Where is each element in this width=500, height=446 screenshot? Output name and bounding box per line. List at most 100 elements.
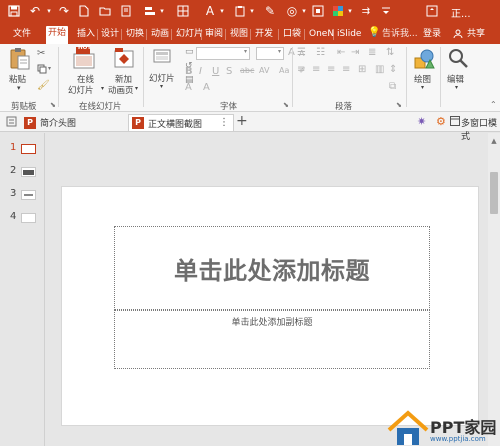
change-case-button[interactable]: Aa — [279, 66, 289, 75]
font-color-button[interactable]: A — [203, 82, 210, 93]
online-slide-label-2[interactable]: 幻灯片 — [68, 84, 94, 96]
scrollbar-thumb[interactable] — [490, 172, 498, 214]
clipboard-launcher-icon[interactable]: ⬊ — [50, 101, 56, 109]
decrease-indent-icon[interactable]: ⇤ — [337, 47, 345, 58]
distributed-icon[interactable]: ⊞ — [358, 64, 366, 75]
new-tab-icon[interactable]: + — [236, 113, 248, 129]
doc-tab-2[interactable]: P 正文横图截图 ⋮ — [128, 114, 234, 131]
new-file-icon[interactable] — [76, 3, 92, 19]
numbering-icon[interactable]: ☷ — [316, 47, 325, 58]
copy-icon[interactable] — [37, 64, 47, 77]
doc-tab-2-label: 正文横图截图 — [148, 119, 203, 130]
thumb-num-1: 1 — [10, 142, 17, 153]
font-size-dropdown-icon[interactable]: ▾ — [278, 48, 281, 55]
slide-thumbnail-1[interactable] — [21, 144, 36, 154]
highlight-button[interactable]: A — [185, 82, 192, 93]
tab-insert[interactable]: 插入 — [75, 27, 97, 44]
bold-button[interactable]: B — [185, 66, 193, 77]
new-slide-icon[interactable] — [153, 48, 171, 66]
online-slide-dropdown-icon[interactable]: ▾ — [101, 85, 104, 92]
align-left-icon[interactable]: ≡ — [297, 64, 305, 75]
print-preview-icon[interactable] — [118, 3, 134, 19]
tab-review[interactable]: 审阅 — [203, 27, 225, 44]
align-text-icon[interactable]: ⇕ — [389, 64, 397, 75]
new-animation-page-icon[interactable] — [113, 47, 135, 69]
columns-icon[interactable]: ▥ — [375, 64, 384, 75]
slide-thumbnail-4[interactable] — [21, 213, 36, 223]
tab-view[interactable]: 视图 — [228, 27, 250, 44]
ribbon-display-icon[interactable] — [424, 3, 440, 19]
shadow-button[interactable]: S — [226, 66, 232, 77]
new-animation-label-2[interactable]: 动画页 — [108, 84, 134, 96]
format-painter-icon[interactable]: 🖌 — [37, 80, 50, 91]
ribbon: 粘贴 ▾ ✂ ▾ 🖌 剪贴板 ⬊ HOT 在线 幻灯片 ▾ 新加 动画页 ▾ 在… — [0, 44, 500, 112]
redo-icon[interactable]: ↷ — [56, 3, 72, 19]
draw-table-icon[interactable] — [175, 3, 191, 19]
title-placeholder[interactable]: 单击此处添加标题 — [114, 226, 430, 310]
doc-list-icon[interactable] — [6, 116, 17, 130]
open-folder-icon[interactable] — [97, 3, 113, 19]
paragraph-launcher-icon[interactable]: ⬊ — [396, 101, 402, 109]
doc-tab-1[interactable]: P 简介头图 — [21, 114, 121, 131]
cut-icon[interactable]: ✂ — [37, 48, 45, 59]
settings-gear-icon[interactable]: ⚙ — [436, 115, 446, 128]
scroll-up-arrow[interactable]: ▲ — [489, 136, 499, 146]
font-launcher-icon[interactable]: ⬊ — [283, 101, 289, 109]
new-slide-dropdown-icon[interactable]: ▾ — [160, 83, 163, 90]
more-commands-icon[interactable]: ⇉ — [358, 3, 374, 19]
tell-me-search[interactable]: 告诉我... — [380, 27, 420, 44]
italic-button[interactable]: I — [199, 66, 202, 77]
tab-design[interactable]: 设计 — [99, 27, 121, 44]
font-name-input[interactable] — [196, 47, 250, 60]
strikethrough-button[interactable]: abc — [240, 66, 254, 75]
tab-pocket[interactable]: 口袋 — [281, 27, 303, 44]
slide-thumbnail-3[interactable] — [21, 190, 36, 200]
bullets-icon[interactable]: ☰ — [297, 47, 306, 58]
paste-dropdown-icon[interactable]: ▾ — [17, 84, 21, 92]
layout-small-icon[interactable]: ▭ — [185, 47, 194, 57]
tab-home[interactable]: 开始 — [46, 26, 69, 44]
tab-developer[interactable]: 开发 — [253, 27, 275, 44]
subtitle-placeholder[interactable]: 单击此处添加副标题 — [114, 310, 430, 369]
tab-transitions[interactable]: 切换 — [124, 27, 146, 44]
new-animation-dropdown-icon[interactable]: ▾ — [135, 85, 138, 92]
search-icon[interactable] — [447, 47, 469, 69]
tab-file[interactable]: 文件 — [11, 27, 33, 44]
font-color-dropdown-icon[interactable]: ▾ — [214, 3, 230, 19]
collapse-ribbon-icon[interactable]: ⌃ — [490, 100, 497, 109]
underline-button[interactable]: U — [212, 66, 219, 77]
color-grid-dropdown-icon[interactable]: ▾ — [342, 3, 358, 19]
position-icon[interactable] — [310, 3, 326, 19]
tab-islide[interactable]: iSlide — [335, 27, 363, 44]
align-right-icon[interactable]: ≡ — [327, 64, 335, 75]
clipboard-dropdown-icon[interactable]: ▾ — [244, 3, 260, 19]
slide-thumbnail-2[interactable] — [21, 167, 36, 177]
line-spacing-icon[interactable]: ≣ — [368, 47, 376, 58]
doc-tab-menu-icon[interactable]: ⋮ — [219, 117, 229, 128]
drawing-icon[interactable] — [413, 48, 435, 70]
drawing-dropdown-icon[interactable]: ▾ — [421, 84, 424, 91]
save-icon[interactable] — [6, 3, 22, 19]
magic-wand-icon[interactable]: ✷ — [417, 115, 426, 128]
copy-dropdown-icon[interactable]: ▾ — [48, 65, 51, 72]
paste-icon[interactable] — [9, 47, 31, 71]
justify-icon[interactable]: ≡ — [342, 64, 350, 75]
brush-icon[interactable]: ✎ — [262, 3, 278, 19]
ppt-file-icon: P — [132, 117, 144, 129]
hot-badge: HOT — [78, 45, 92, 51]
customize-toolbar-icon[interactable] — [378, 3, 394, 19]
char-spacing-button[interactable]: AV — [259, 66, 269, 75]
pane-splitter[interactable] — [44, 133, 45, 446]
align-center-icon[interactable]: ≡ — [312, 64, 320, 75]
login-link[interactable]: 登录 — [421, 27, 443, 44]
editing-dropdown-icon[interactable]: ▾ — [455, 84, 458, 91]
layout-dropdown-icon[interactable]: ▾ — [154, 3, 170, 19]
font-name-dropdown-icon[interactable]: ▾ — [244, 48, 247, 55]
undo-dropdown-icon[interactable]: ▾ — [41, 3, 57, 19]
share-button[interactable]: 共享 — [465, 27, 487, 44]
increase-indent-icon[interactable]: ⇥ — [351, 47, 359, 58]
text-direction-icon[interactable]: ⇅ — [386, 47, 394, 58]
tab-animations[interactable]: 动画 — [149, 27, 171, 44]
smartart-icon[interactable]: ⧉ — [389, 81, 396, 92]
tab-onenote[interactable]: OneN — [307, 27, 336, 44]
